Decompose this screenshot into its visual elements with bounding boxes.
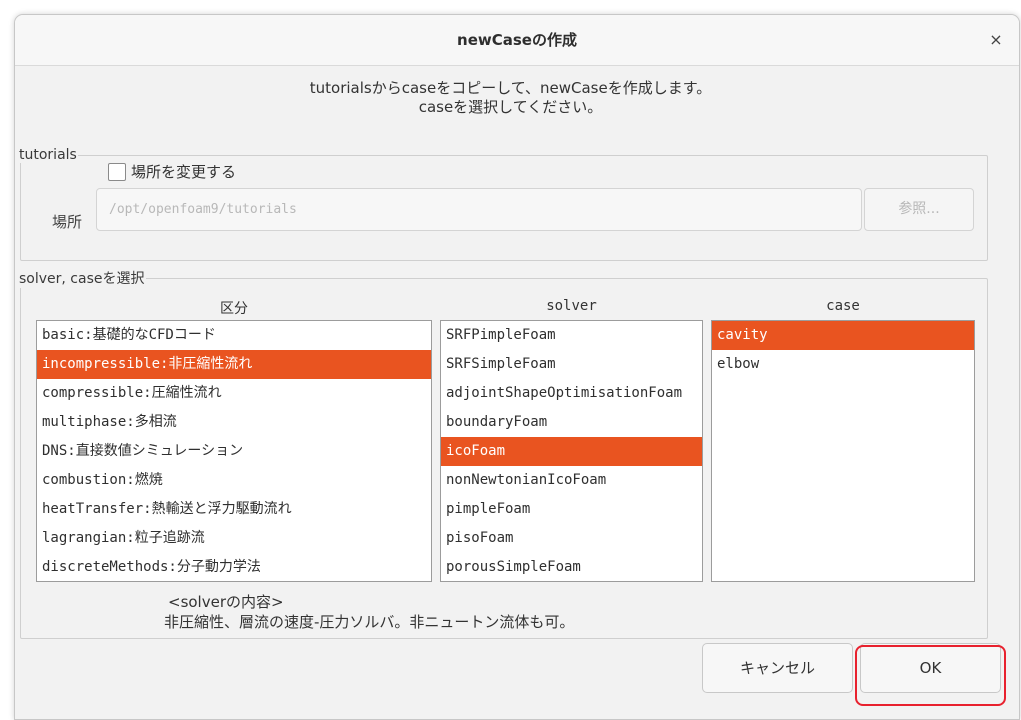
category-item[interactable]: combustion:燃焼 bbox=[37, 466, 431, 495]
category-item[interactable]: multiphase:多相流 bbox=[37, 408, 431, 437]
solver-item[interactable]: SRFPimpleFoam bbox=[441, 321, 702, 350]
solver-item[interactable]: pimpleFoam bbox=[441, 495, 702, 524]
category-item[interactable]: compressible:圧縮性流れ bbox=[37, 379, 431, 408]
intro-line-2: caseを選択してください。 bbox=[418, 98, 603, 116]
change-location-label[interactable]: 場所を変更する bbox=[131, 161, 236, 182]
category-item[interactable]: discreteMethods:分子動力学法 bbox=[37, 553, 431, 581]
selection-legend: solver, caseを選択 bbox=[19, 271, 145, 287]
category-item[interactable]: heatTransfer:熱輸送と浮力駆動流れ bbox=[37, 495, 431, 524]
category-item[interactable]: basic:基礎的なCFDコード bbox=[37, 321, 431, 350]
location-input[interactable]: /opt/openfoam9/tutorials bbox=[96, 188, 862, 231]
solver-info-text: 非圧縮性、層流の速度-圧力ソルバ。非ニュートン流体も可。 bbox=[164, 613, 575, 631]
category-item[interactable]: incompressible:非圧縮性流れ bbox=[37, 350, 431, 379]
intro-text: tutorialsからcaseをコピーして、newCaseを作成します。 cas… bbox=[0, 79, 1021, 117]
solver-item[interactable]: adjointShapeOptimisationFoam bbox=[441, 379, 702, 408]
case-list[interactable]: cavity elbow bbox=[711, 320, 975, 582]
solver-info: <solverの内容> 非圧縮性、層流の速度-圧力ソルバ。非ニュートン流体も可。 bbox=[164, 592, 574, 632]
dialog-title: newCaseの作成 bbox=[457, 31, 577, 49]
ok-button-highlight bbox=[855, 645, 1006, 706]
browse-button[interactable]: 参照... bbox=[864, 188, 974, 231]
close-icon[interactable]: × bbox=[983, 27, 1009, 53]
solver-item[interactable]: nonNewtonianIcoFoam bbox=[441, 466, 702, 495]
category-list[interactable]: basic:基礎的なCFDコード incompressible:非圧縮性流れ com… bbox=[36, 320, 432, 582]
solver-item[interactable]: SRFSimpleFoam bbox=[441, 350, 702, 379]
case-header: case bbox=[826, 298, 860, 314]
category-item[interactable]: DNS:直接数値シミュレーション bbox=[37, 437, 431, 466]
intro-line-1: tutorialsからcaseをコピーして、newCaseを作成します。 bbox=[309, 79, 712, 97]
solver-list[interactable]: SRFPimpleFoam SRFSimpleFoam adjointShapeOp… bbox=[440, 320, 703, 582]
change-location-checkbox[interactable] bbox=[108, 163, 126, 181]
cancel-button[interactable]: キャンセル bbox=[702, 643, 853, 693]
solver-header: solver bbox=[546, 298, 597, 314]
solver-info-title: <solverの内容> bbox=[168, 593, 284, 611]
case-item[interactable]: elbow bbox=[712, 350, 974, 379]
solver-item[interactable]: boundaryFoam bbox=[441, 408, 702, 437]
solver-item[interactable]: pisoFoam bbox=[441, 524, 702, 553]
location-label: 場所 bbox=[52, 213, 83, 231]
tutorials-legend: tutorials bbox=[19, 147, 77, 163]
case-item[interactable]: cavity bbox=[712, 321, 974, 350]
solver-item[interactable]: icoFoam bbox=[441, 437, 702, 466]
category-header: 区分 bbox=[220, 301, 248, 317]
title-bar: newCaseの作成 × bbox=[15, 15, 1019, 66]
solver-item[interactable]: porousSimpleFoam bbox=[441, 553, 702, 581]
category-item[interactable]: lagrangian:粒子追跡流 bbox=[37, 524, 431, 553]
